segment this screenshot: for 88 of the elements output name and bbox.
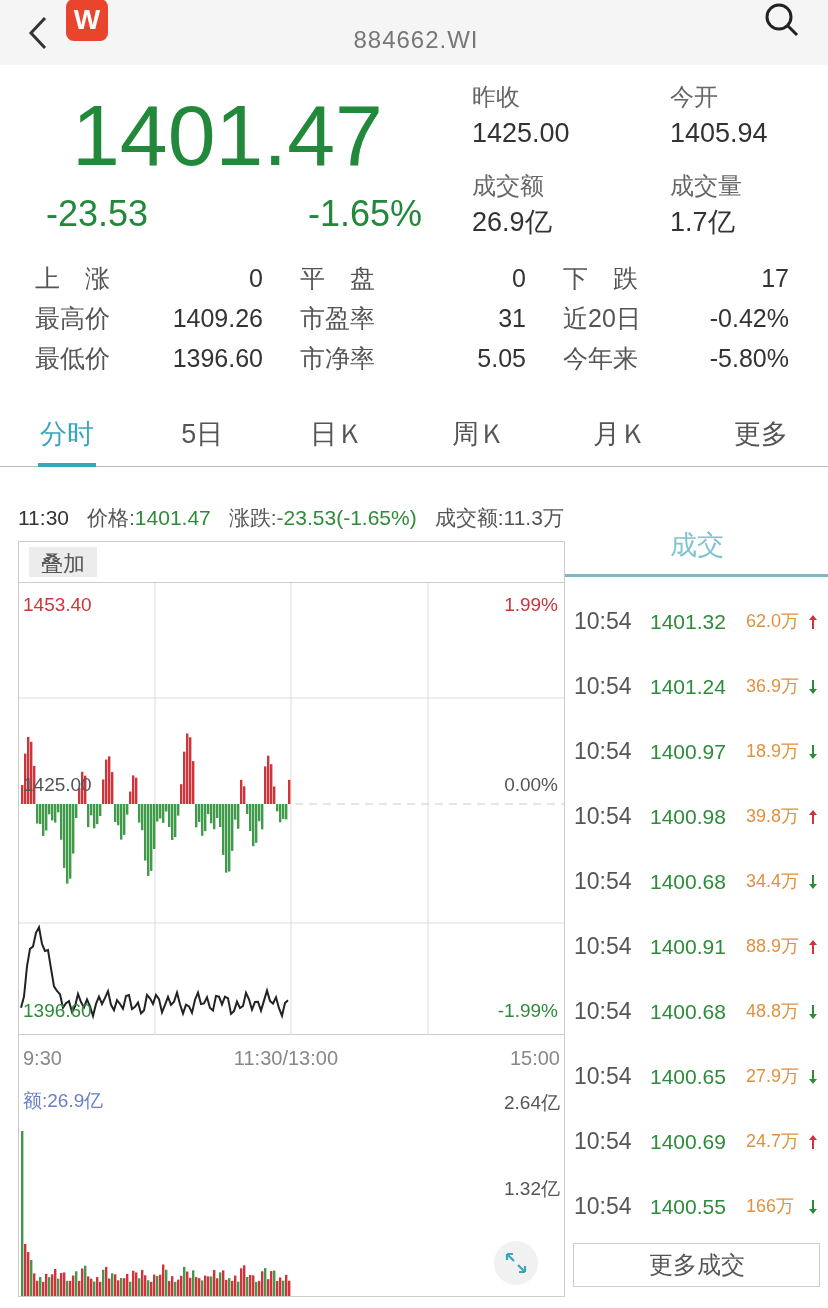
trade-time: 10:54 [574,802,633,832]
index-code: 884662.WI [353,24,479,55]
chart-tab[interactable]: 5日 [179,405,226,467]
trade-time: 10:54 [574,1192,633,1222]
trade-time: 10:54 [574,1127,633,1157]
trade-volume: 18.9万 [746,740,801,763]
expand-button[interactable] [494,1241,538,1285]
stat-label: 近20日 [563,303,641,335]
trade-price: 1401.32 [650,608,727,635]
field-label: 今开 [670,82,719,112]
trade-time: 10:54 [574,1062,633,1092]
time-label: 15:00 [509,1046,560,1071]
field-value: 1.7亿 [670,206,736,239]
trade-volume: 27.9万 [746,1065,801,1088]
field-value: 1425.00 [472,117,571,150]
price-change: -23.53 [46,192,149,236]
stat-value: -5.80% [709,343,789,375]
trade-time: 10:54 [574,607,633,637]
stat-value: 17 [761,263,789,295]
field-value: 26.9亿 [472,206,553,239]
stat-value: 0 [512,263,526,295]
trade-price: 1400.68 [650,998,727,1025]
volume-label: 额:26.9亿 [23,1089,104,1113]
overlay-button[interactable]: 叠加 [29,547,97,577]
axis-label: 0.00% [504,773,558,797]
field-label: 成交量 [670,171,743,201]
stat-label: 市盈率 [300,303,375,335]
stat-value: 1396.60 [172,343,263,375]
volume-tick: 2.64亿 [504,1091,560,1115]
trade-price: 1400.65 [650,1063,727,1090]
trade-time: 10:54 [574,997,633,1027]
time-label: 11:30/13:00 [233,1046,338,1071]
trade-price: 1400.97 [650,738,727,765]
chart-tab[interactable]: 更多 [731,405,790,467]
app-logo: W [66,0,108,41]
stat-label: 平 盘 [300,263,375,295]
stat-value: 5.05 [477,343,526,375]
stat-value: -0.42% [709,303,789,335]
trade-price: 1400.68 [650,868,727,895]
trade-volume: 88.9万 [746,935,801,958]
trade-volume: 36.9万 [746,675,801,698]
stat-value: 1409.26 [172,303,263,335]
trade-volume: 48.8万 [746,1000,801,1023]
chart-tab[interactable]: 周Ｋ [449,405,508,467]
percent-change: -1.65% [307,192,422,236]
axis-label: 1.99% [504,593,558,617]
chart-tab[interactable]: 月Ｋ [590,405,649,467]
field-label: 昨收 [472,82,521,112]
axis-label: 1453.40 [23,593,92,617]
field-label: 成交额 [472,171,545,201]
trade-price: 1400.91 [650,933,727,960]
trades-title: 成交 [669,531,724,559]
trade-time: 10:54 [574,737,633,767]
stat-label: 下 跌 [563,263,638,295]
trade-time: 10:54 [574,672,633,702]
trade-volume: 24.7万 [746,1130,801,1153]
index-price: 1401.47 [71,87,384,183]
chart-tab[interactable]: 日Ｋ [308,405,367,467]
info-time: 11:30 [18,505,69,532]
stat-label: 市净率 [300,343,375,375]
trade-volume: 62.0万 [746,610,801,633]
stat-label: 今年来 [563,343,638,375]
back-icon[interactable] [28,15,48,50]
trade-time: 10:54 [574,932,633,962]
stat-label: 最低价 [35,343,110,375]
trade-price: 1401.24 [650,673,727,700]
expand-icon [504,1251,528,1275]
trade-time: 10:54 [574,867,633,897]
trade-volume: 39.8万 [746,805,801,828]
axis-label: -1.99% [497,999,558,1023]
stat-label: 上 涨 [35,263,110,295]
axis-label: 1396.60 [23,999,92,1023]
info-change: 涨跌:-23.53(-1.65%) [228,505,417,532]
stat-value: 0 [249,263,263,295]
more-trades-button[interactable]: 更多成交 [573,1243,820,1287]
trade-volume: 34.4万 [746,870,801,893]
stat-value: 31 [498,303,526,335]
trade-price: 1400.69 [650,1128,727,1155]
trade-price: 1400.55 [650,1193,727,1220]
stat-label: 最高价 [35,303,110,335]
field-value: 1405.94 [670,117,769,150]
time-label: 9:30 [23,1046,62,1071]
trade-price: 1400.98 [650,803,727,830]
info-price: 价格:1401.47 [87,505,211,532]
trade-volume: 166万 [746,1195,796,1218]
info-amount: 成交额:11.3万 [434,505,564,532]
volume-tick: 1.32亿 [504,1177,560,1201]
search-icon[interactable] [764,1,800,38]
